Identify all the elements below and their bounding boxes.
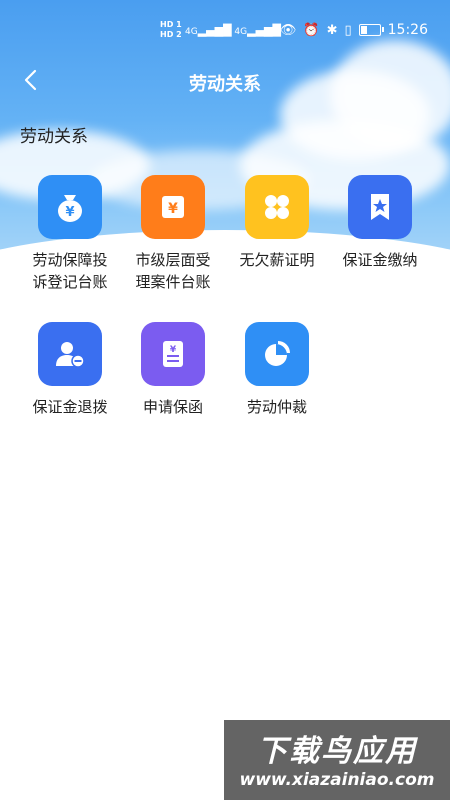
battery-icon <box>358 24 384 36</box>
menu-item-apply-guarantee[interactable]: ¥ 申请保函 <box>121 322 225 418</box>
watermark-url: www.xiazainiao.com <box>239 770 435 790</box>
menu-item-labor-arbitration[interactable]: 劳动仲裁 <box>225 322 329 418</box>
menu-item-label: 无欠薪证明 <box>239 251 315 269</box>
menu-item-label: 诉登记台账 <box>32 273 108 291</box>
svg-text:¥: ¥ <box>168 201 178 217</box>
pie-chart-icon <box>245 322 309 386</box>
menu-item-label: 保证金退拨 <box>32 398 108 416</box>
sim-indicator: HD 1 HD 2 <box>160 20 182 40</box>
sim2-label: HD 2 <box>160 30 182 39</box>
watermark: 下载鸟应用 www.xiazainiao.com <box>224 720 450 800</box>
eye-icon: 👁 <box>279 22 297 38</box>
svg-text:¥: ¥ <box>65 205 74 220</box>
menu-item-label: 市级层面受 <box>135 251 211 269</box>
svg-text:¥: ¥ <box>170 345 177 355</box>
signal-indicator: 4G▂▄▆█ 4G▂▄▆█ <box>185 24 281 37</box>
menu-item-deposit-payment[interactable]: 保证金缴纳 <box>328 175 432 271</box>
yen-receipt-icon: ¥ <box>141 322 205 386</box>
user-minus-icon <box>38 322 102 386</box>
menu-item-label: 劳动仲裁 <box>246 398 307 416</box>
network-type-1: 4G <box>185 27 198 37</box>
menu-item-no-arrears-certificate[interactable]: 无欠薪证明 <box>225 175 329 271</box>
sim1-label: HD 1 <box>160 20 182 29</box>
status-time: 15:26 <box>387 22 428 38</box>
alarm-icon: ⏰ <box>303 22 320 38</box>
menu-item-complaint-ledger[interactable]: ¥ 劳动保障投 诉登记台账 <box>18 175 122 293</box>
bookmark-star-icon <box>348 175 412 239</box>
yen-document-icon: ¥ <box>141 175 205 239</box>
watermark-title: 下载鸟应用 <box>257 734 417 769</box>
money-bag-icon: ¥ <box>38 175 102 239</box>
menu-item-label: 申请保函 <box>142 398 203 416</box>
menu-item-city-case-ledger[interactable]: ¥ 市级层面受 理案件台账 <box>121 175 225 293</box>
menu-item-label: 劳动保障投 <box>32 251 108 269</box>
vibrate-icon: ▯ <box>344 22 352 38</box>
menu-item-label: 保证金缴纳 <box>342 251 418 269</box>
page-title: 劳动关系 <box>189 74 261 95</box>
nav-bar: 劳动关系 <box>0 60 450 104</box>
bluetooth-icon: ✱ <box>326 22 338 38</box>
menu-item-label: 理案件台账 <box>135 273 211 291</box>
clover-icon <box>245 175 309 239</box>
status-bar: HD 1 HD 2 4G▂▄▆█ 4G▂▄▆█ 👁 ⏰ ✱ ▯ 15:26 <box>0 18 450 48</box>
network-type-2: 4G <box>234 27 248 37</box>
section-title: 劳动关系 <box>20 127 88 147</box>
menu-item-deposit-refund[interactable]: 保证金退拨 <box>18 322 122 418</box>
